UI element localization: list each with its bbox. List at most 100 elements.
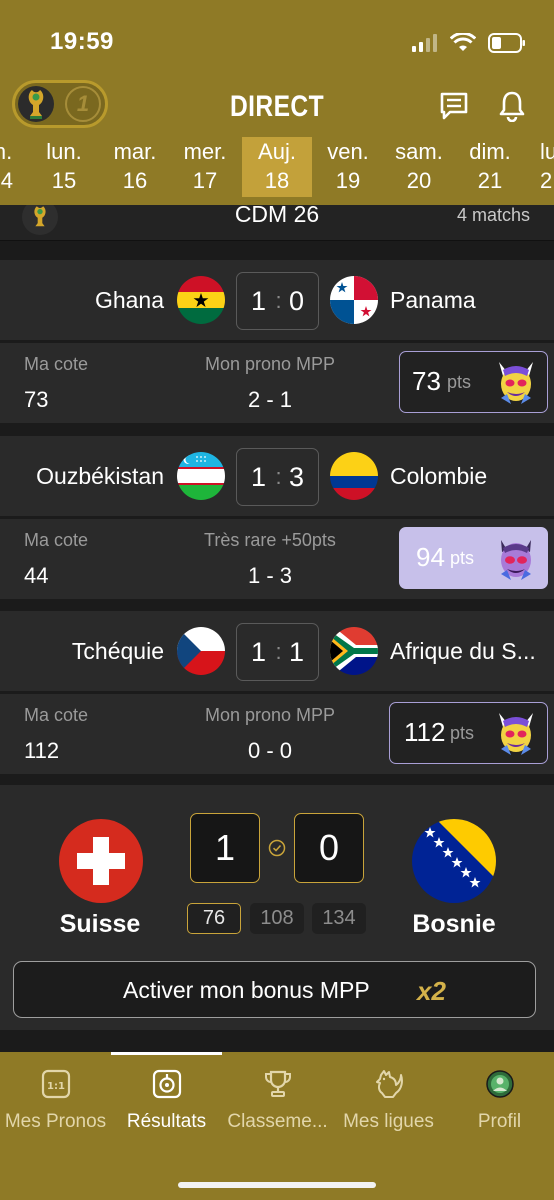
prono-label: Mon prono MPP [204,354,336,374]
odds-value: 73 [24,387,49,412]
tab-classement[interactable]: Classeme... [222,1062,333,1142]
trophy-icon [262,1068,294,1100]
prono-value: 1 - 3 [247,563,293,588]
tab-profil[interactable]: Profil [444,1062,554,1142]
score-board-icon: 1:1 [40,1068,72,1100]
czechia-flag-icon [177,627,225,675]
date-number: 17 [192,168,218,193]
chat-icon [440,92,468,120]
app-header: 19:59 1 DIRECT . 4 lun. 15 mar. 16 mer. … [0,0,554,205]
home-team: Ouzbékistan [36,463,164,489]
score-separator: : [275,288,282,313]
prono-value: 0 - 0 [247,738,293,763]
tab-label: Mes Pronos [4,1111,107,1132]
home-indicator[interactable] [178,1182,376,1188]
odds-value: 112 [24,738,60,763]
date-day: lun. [46,139,82,164]
away-team: Afrique du S... [390,638,536,664]
trophy-logo-icon [18,86,54,122]
date-number: 15 [51,168,77,193]
date-number: 19 [335,168,361,193]
home-score-input[interactable]: 1 [190,813,260,883]
points-value: 112 [404,717,446,747]
bottom-navigation: 1:1 Mes Pronos Résultats Classeme... Mes… [0,1052,554,1200]
competition-header[interactable]: CDM 26 4 matchs [0,205,554,241]
mask-avatar-icon [499,362,533,404]
home-team: Ghana [94,287,164,313]
panama-flag-icon [330,276,378,324]
match-row[interactable]: Ouzbékistan 1 : 3 Colombie [0,436,554,516]
tab-label: Profil [477,1111,522,1132]
app-bar: 1 DIRECT [0,78,554,134]
points-badge[interactable]: 112 pts [389,702,548,764]
tab-mes-pronos[interactable]: 1:1 Mes Pronos [0,1062,111,1142]
tab-mes-ligues[interactable]: Mes ligues [333,1062,444,1142]
away-team: Bosnie [412,910,496,938]
signal-icon [412,34,437,52]
away-score: 3 [288,462,304,492]
prono-value: 2 - 1 [247,387,293,412]
odds-home-win[interactable]: 76 [187,903,241,934]
score-box: 1 : 0 [236,272,319,330]
away-team: Colombie [390,463,488,489]
date-item-today[interactable]: Auj. 18 [242,137,312,197]
date-item[interactable]: ven. 19 [313,137,383,197]
bonus-label: Activer mon bonus MPP [123,977,370,1003]
date-item[interactable]: dim. 21 [455,137,525,197]
away-score-input[interactable]: 0 [294,813,364,883]
date-day: sam. [395,139,443,164]
date-item[interactable]: mer. 17 [170,137,240,197]
points-badge[interactable]: 73 pts [399,351,548,413]
points-badge[interactable]: 94 pts [399,527,548,589]
odds-away-win[interactable]: 134 [312,903,366,934]
date-day: mer. [183,139,227,164]
date-item[interactable]: mar. 16 [100,137,170,197]
date-day: Auj. [258,139,296,164]
date-number: 21 [477,168,503,193]
switzerland-flag-icon [59,819,143,903]
points-value: 73 [412,366,441,396]
tab-resultats[interactable]: Résultats [111,1062,222,1142]
date-day: lu [540,139,554,164]
score-box: 1 : 1 [236,623,319,681]
score-box: 1 : 3 [236,448,319,506]
date-day: mar. [113,139,157,164]
date-item[interactable]: sam. 20 [384,137,454,197]
points-value: 94 [416,542,445,572]
date-item[interactable]: lun. 15 [29,137,99,197]
avatar-icon [484,1068,516,1100]
tab-label: Classeme... [227,1111,328,1132]
home-team: Suisse [59,910,141,938]
date-number: 18 [264,168,290,193]
match-row[interactable]: Ghana 1 : 0 Panama [0,260,554,340]
odds-draw[interactable]: 108 [250,903,304,934]
chat-button[interactable] [436,88,472,124]
tab-label: Résultats [126,1111,207,1132]
odds-label: Ma cote [24,530,89,550]
notifications-button[interactable] [494,88,530,124]
bell-icon [499,91,525,122]
south-africa-flag-icon [330,627,378,675]
away-team: Panama [390,287,476,313]
check-circle-icon [268,839,286,857]
prono-label: Mon prono MPP [204,705,336,725]
score-separator: : [275,464,282,489]
rooster-icon [373,1068,405,1100]
mask-avatar-icon [501,540,531,580]
results-list[interactable]: CDM 26 4 matchs Ghana 1 : 0 Panama Ma co… [0,205,554,1052]
match-row[interactable]: Tchéquie 1 : 1 Afrique du S... [0,611,554,691]
score-separator: : [275,639,282,664]
odds-value: 44 [24,563,49,588]
status-bar: 19:59 [0,0,554,88]
mask-avatar-icon [499,713,533,755]
svg-text:1:1: 1:1 [47,1081,65,1092]
activate-bonus-button[interactable]: Activer mon bonus MPP x2 [13,961,536,1018]
status-time: 19:59 [50,28,114,55]
away-score: 1 [288,637,304,667]
bonus-multiplier: x2 [417,976,446,1006]
ghana-flag-icon [177,276,225,324]
prono-label: Très rare +50pts [204,530,336,550]
date-item[interactable]: lu 2 [528,137,554,197]
status-icons [412,32,526,54]
odds-label: Ma cote [24,354,89,374]
